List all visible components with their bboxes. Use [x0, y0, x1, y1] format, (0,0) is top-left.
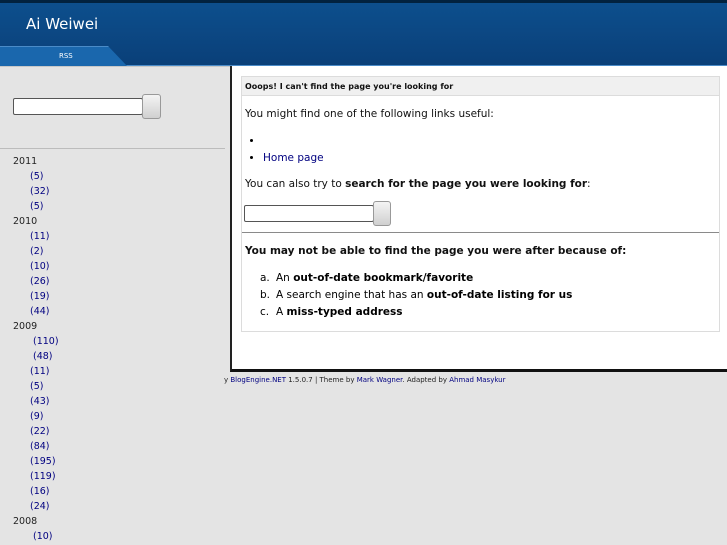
reasons-list: a. An out-of-date bookmark/favorite b. A se… — [260, 270, 572, 321]
reason-bold: miss-typed address — [286, 306, 403, 318]
blogengine-link[interactable]: BlogEngine.NET — [230, 376, 286, 384]
archive-month-link[interactable]: (43) — [13, 394, 59, 409]
search-hint-prefix: You can also try to — [245, 178, 346, 190]
rss-tab-label: RSS — [59, 52, 73, 60]
archive-month-link[interactable]: (11) — [13, 229, 59, 244]
not-found-heading: Ooops! I can't find the page you're look… — [242, 77, 719, 96]
footer-version: 1.5.0.7 | Theme by — [286, 376, 357, 384]
archive-month-link[interactable]: (32) — [13, 184, 59, 199]
archive-month-link[interactable]: (2) — [13, 244, 59, 259]
archive-list: 2011 (5) (32) (5) 2010 (11) (2) (10) (26) (19) (44… — [13, 154, 59, 545]
footer-adapted: . Adapted by — [402, 376, 450, 384]
archive-year: 2011 — [13, 156, 38, 167]
sidebar-search-button[interactable] — [142, 94, 161, 119]
archive-month-link[interactable]: (5) — [13, 199, 59, 214]
reason-item: c. A miss-typed address — [260, 304, 572, 321]
archive-month-link[interactable]: (10) — [13, 529, 59, 544]
archive-month-link[interactable]: (10) — [13, 259, 59, 274]
archive-month-link[interactable]: (44) — [13, 304, 59, 319]
archive-month-link[interactable]: (110) — [13, 334, 59, 349]
site-title[interactable]: Ai Weiwei — [26, 15, 98, 33]
not-found-box: Ooops! I can't find the page you're look… — [241, 76, 720, 332]
rss-tab[interactable]: RSS — [0, 46, 128, 67]
adapter-link[interactable]: Ahmad Masykur — [449, 376, 505, 384]
reason-text: An — [276, 272, 294, 284]
sidebar-divider — [0, 148, 225, 149]
search-hint-suffix: : — [587, 178, 591, 190]
search-hint-bold: search for the page you were looking for — [345, 178, 588, 190]
reason-item: b. A search engine that has an out-of-dat… — [260, 287, 572, 304]
sidebar: 2011 (5) (32) (5) 2010 (11) (2) (10) (26) (19) (44… — [0, 66, 230, 545]
archive-month-link[interactable]: (5) — [13, 169, 59, 184]
archive-month-link[interactable]: (48) — [13, 349, 59, 364]
footer: y BlogEngine.NET 1.5.0.7 | Theme by Mark… — [224, 376, 506, 384]
archive-year: 2009 — [13, 321, 38, 332]
page-search-input[interactable] — [244, 205, 374, 222]
link-item-empty[interactable] — [263, 133, 324, 150]
page-search-button[interactable] — [373, 201, 391, 226]
archive-month-link[interactable]: (119) — [13, 469, 59, 484]
reason-bold: out-of-date listing for us — [426, 289, 573, 301]
archive-month-link[interactable]: (26) — [13, 274, 59, 289]
archive-month-link[interactable]: (11) — [13, 364, 59, 379]
reason-letter: a. — [260, 272, 270, 284]
archive-month-link[interactable]: (84) — [13, 439, 59, 454]
search-hint: You can also try to search for the page … — [245, 178, 591, 190]
archive-month-link[interactable]: (195) — [13, 454, 59, 469]
home-page-link[interactable]: Home page — [263, 152, 324, 164]
links-intro: You might find one of the following link… — [245, 108, 494, 120]
link-item-home[interactable]: Home page — [263, 150, 324, 167]
reason-letter: b. — [260, 289, 271, 301]
reason-letter: c. — [260, 306, 270, 318]
reason-bold: out-of-date bookmark/favorite — [293, 272, 474, 284]
sidebar-search-input[interactable] — [13, 98, 143, 115]
reason-item: a. An out-of-date bookmark/favorite — [260, 270, 572, 287]
archive-year: 2010 — [13, 216, 38, 227]
archive-month-link[interactable]: (5) — [13, 379, 59, 394]
reason-text: A search engine that has an — [276, 289, 427, 301]
content-separator — [242, 232, 719, 233]
archive-month-link[interactable]: (16) — [13, 484, 59, 499]
archive-month-link[interactable]: (19) — [13, 289, 59, 304]
archive-month-link[interactable]: (24) — [13, 499, 59, 514]
archive-month-link[interactable]: (22) — [13, 424, 59, 439]
archive-year: 2008 — [13, 516, 38, 527]
useful-links: Home page — [263, 133, 324, 167]
main-panel: Ooops! I can't find the page you're look… — [230, 66, 727, 372]
theme-author-link[interactable]: Mark Wagner — [357, 376, 403, 384]
reasons-heading: You may not be able to find the page you… — [245, 245, 627, 257]
reason-text: A — [276, 306, 287, 318]
archive-month-link[interactable]: (9) — [13, 409, 59, 424]
site-header: Ai Weiwei RSS — [0, 0, 727, 67]
